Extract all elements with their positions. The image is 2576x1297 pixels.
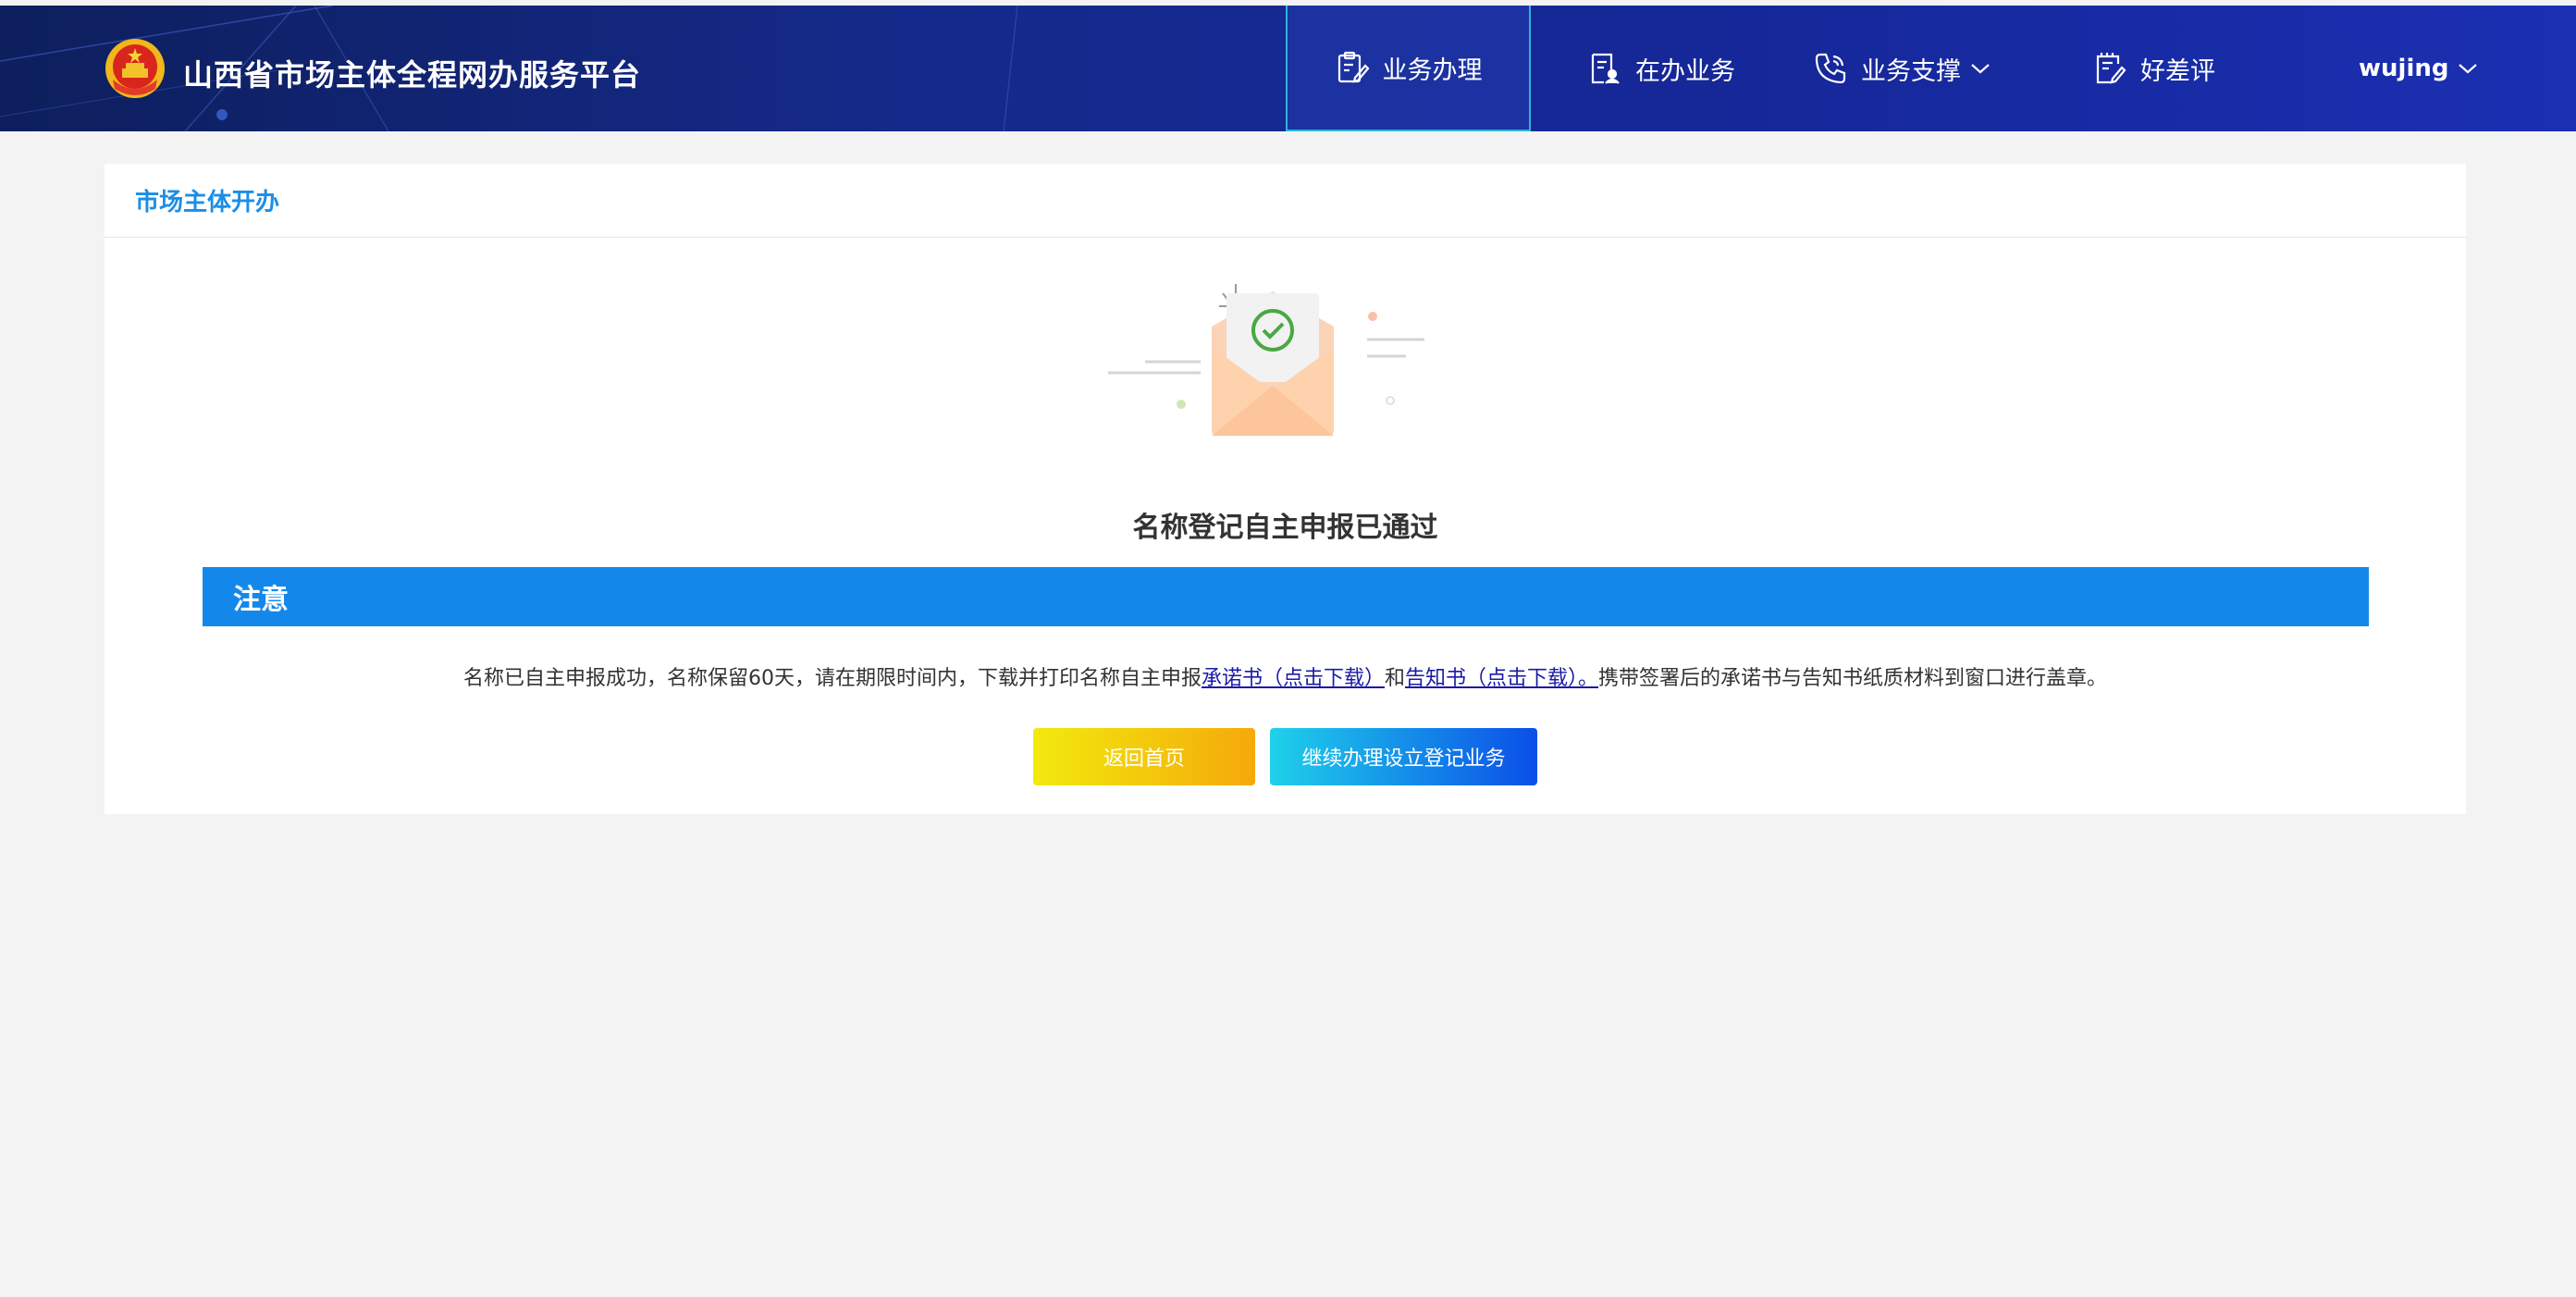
- document-edit-icon: [2096, 53, 2126, 84]
- nav-review-label: 好差评: [2140, 56, 2215, 86]
- return-home-button[interactable]: 返回首页: [1033, 728, 1255, 785]
- nav-ongoing-label: 在办业务: [1635, 56, 1735, 86]
- username: wujing: [2359, 55, 2449, 82]
- notification-download-link[interactable]: 告知书（点击下载）。: [1405, 667, 1598, 690]
- notice-bar: 注意: [203, 567, 2369, 626]
- notice-joiner: 和: [1384, 667, 1405, 690]
- card-heading: 市场主体开办: [135, 189, 280, 216]
- continue-registration-button[interactable]: 继续办理设立登记业务: [1270, 728, 1537, 785]
- document-user-icon: [1591, 53, 1620, 84]
- nav-business-label: 业务办理: [1382, 56, 1483, 85]
- notice-suffix: 携带签署后的承诺书与告知书纸质材料到窗口进行盖章。: [1598, 667, 2108, 690]
- chevron-down-icon: [1971, 64, 1990, 74]
- notice-text: 名称已自主申报成功，名称保留60天，请在期限时间内，下载并打印名称自主申报承诺书…: [105, 661, 2466, 691]
- top-header: 山西省市场主体全程网办服务平台 业务办理 在办业务 业务支撑 好差评 wujin…: [0, 6, 2576, 131]
- commitment-download-link[interactable]: 承诺书（点击下载）: [1202, 667, 1385, 690]
- chevron-down-icon: [2459, 64, 2478, 74]
- notice-title: 注意: [233, 584, 289, 616]
- national-emblem-icon[interactable]: [104, 37, 166, 100]
- nav-ongoing[interactable]: 在办业务: [1587, 6, 1735, 131]
- clipboard-edit-icon: [1337, 51, 1369, 83]
- main-card: 市场主体开办 名称登记自主申报已通过 注意 名称已自主申报成功，名称保留60天，…: [105, 164, 2466, 814]
- phone-icon: [1815, 53, 1846, 84]
- nav-support[interactable]: 业务支撑: [1813, 6, 1991, 131]
- result-title: 名称登记自主申报已通过: [1132, 512, 1438, 544]
- nav-review[interactable]: 好差评: [2092, 6, 2215, 131]
- nav-support-label: 业务支撑: [1861, 56, 1961, 86]
- nav-business[interactable]: 业务办理: [1286, 6, 1531, 131]
- notice-prefix: 名称已自主申报成功，名称保留60天，请在期限时间内，下载并打印名称自主申报: [462, 667, 1202, 690]
- envelope-success-icon: [1108, 284, 1424, 436]
- site-title: 山西省市场主体全程网办服务平台: [183, 57, 642, 93]
- user-menu[interactable]: wujing: [2359, 6, 2478, 131]
- card-header: 市场主体开办: [105, 164, 2466, 238]
